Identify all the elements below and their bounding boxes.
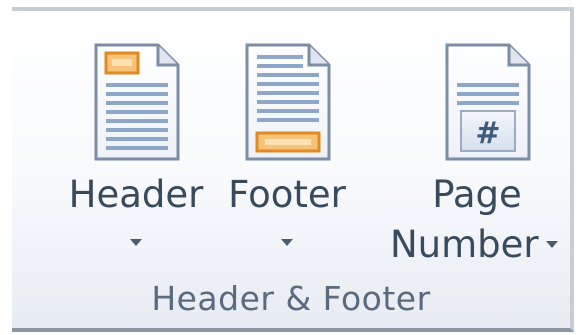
footer-button[interactable]: Footer — [212, 11, 362, 281]
chevron-down-icon — [130, 239, 142, 246]
group-title: Header & Footer — [151, 279, 431, 318]
header-page-icon — [94, 43, 180, 161]
footer-button-label: Footer — [228, 173, 346, 216]
svg-text:#: # — [475, 116, 500, 151]
page-number-label-line2: Number — [390, 223, 539, 266]
header-button[interactable]: Header — [56, 11, 216, 281]
page-number-button[interactable]: # Page Number — [390, 11, 572, 281]
page-number-label-line1: Page — [432, 173, 522, 216]
header-button-label: Header — [68, 173, 204, 216]
left-edge — [0, 0, 4, 335]
chevron-down-icon — [281, 239, 293, 246]
chevron-down-icon — [546, 241, 558, 248]
page-number-icon: # — [445, 43, 531, 161]
ribbon-group-header-footer: Header Footer # Page Number Header & Foo… — [12, 7, 574, 332]
footer-page-icon — [245, 43, 331, 161]
